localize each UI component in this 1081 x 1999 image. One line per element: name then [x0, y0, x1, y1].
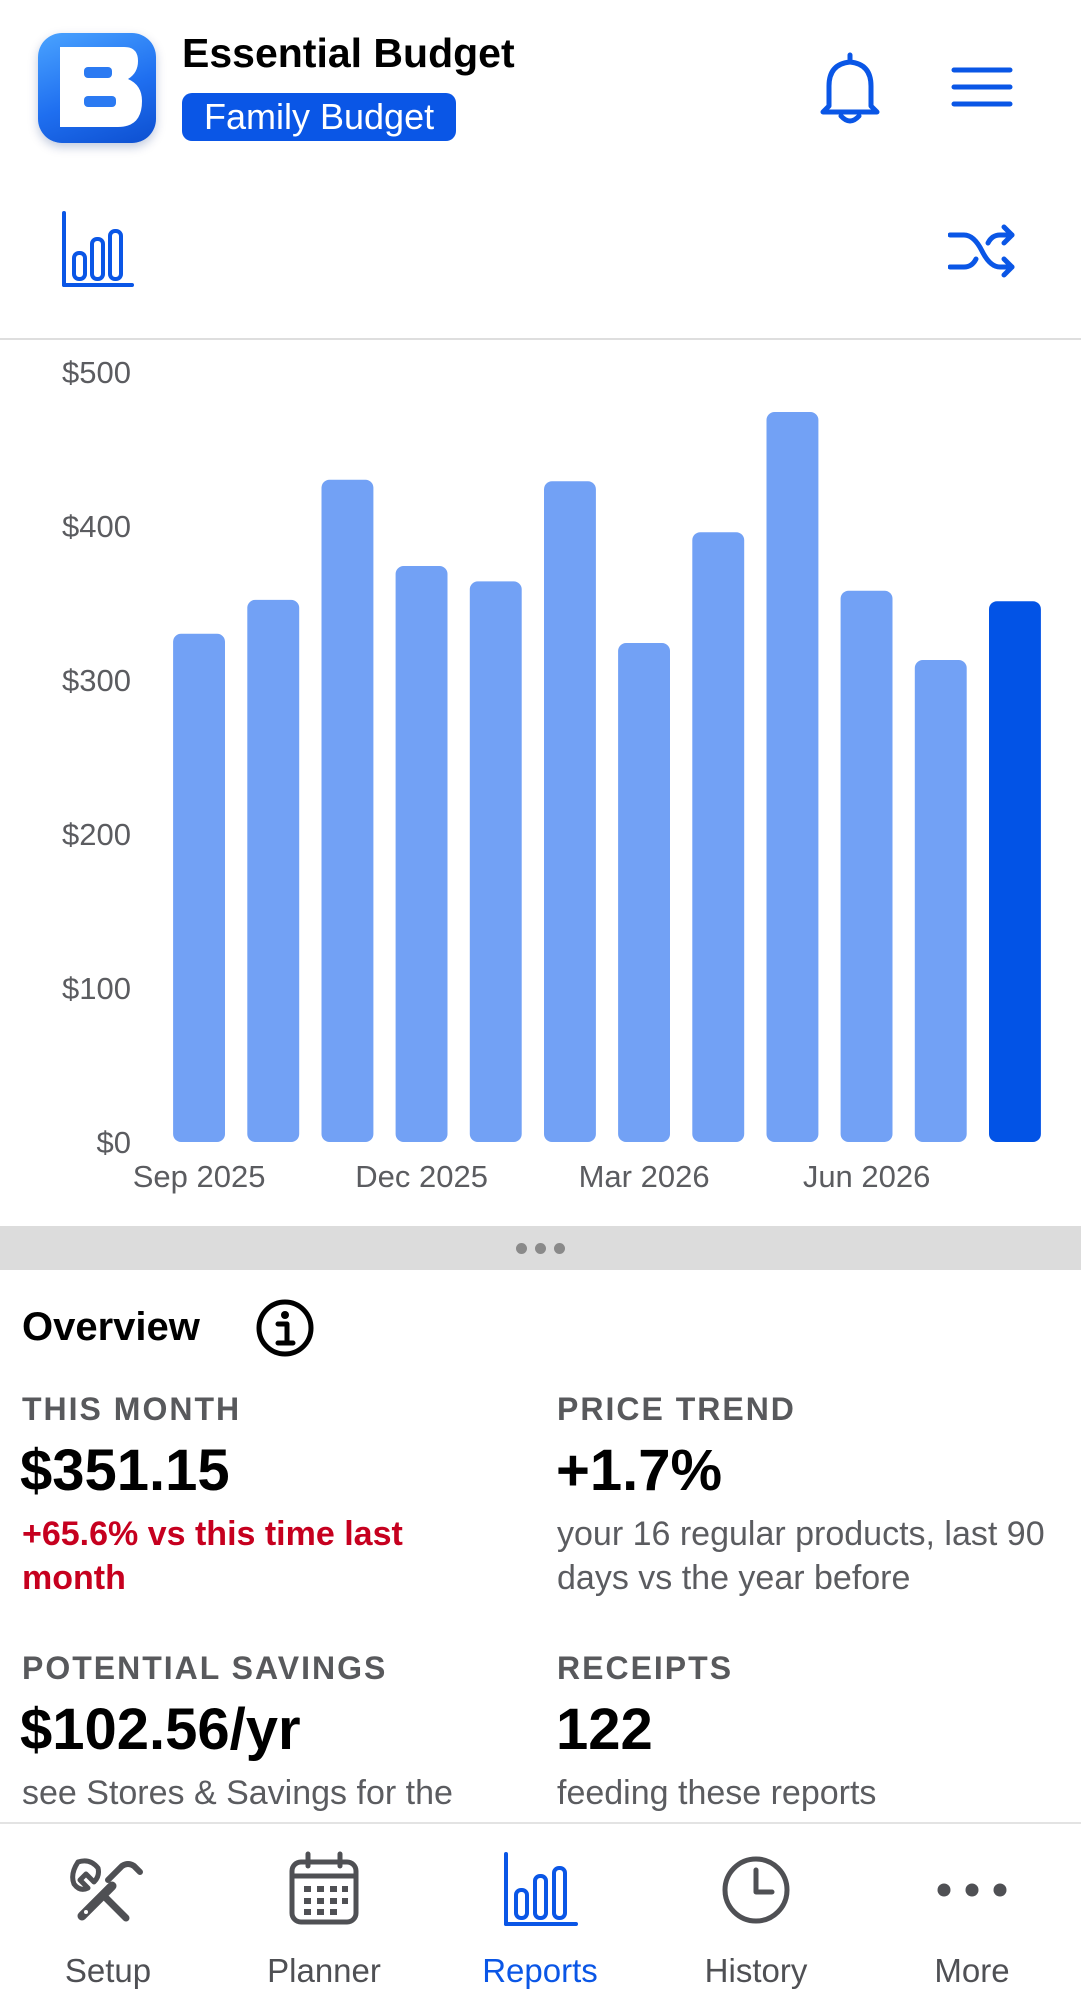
bar-jul-2026[interactable] [914, 660, 967, 1142]
stat-note-receipts: feeding these reports [557, 1774, 877, 1812]
bottom-tab-bar: Setup Planner Reports History More [0, 1822, 1081, 1999]
y-tick-label: $500 [62, 355, 131, 390]
monthly-spend-chart: $0 $100 $200 $300 $400 $500 Sep 2025 Dec 2025 Ma… [0, 342, 1081, 1226]
more-dots-icon [932, 1850, 1012, 1930]
stat-value-receipts: 122 [556, 1697, 653, 1762]
y-tick-label: $100 [62, 971, 131, 1006]
tab-label-reports: Reports [482, 1952, 598, 1989]
bar-feb-2026[interactable] [544, 481, 596, 1142]
bar-dec-2025[interactable] [395, 566, 448, 1142]
shuffle-icon[interactable] [947, 223, 1016, 279]
x-tick-label: Jun 2026 [803, 1159, 931, 1194]
stat-label-potential-savings: POTENTIAL SAVINGS [22, 1650, 388, 1686]
bar-jun-2026[interactable] [840, 590, 893, 1142]
bar-oct-2025[interactable] [247, 599, 300, 1142]
bar-nov-2025[interactable] [321, 479, 374, 1142]
budget-selector[interactable]: Family Budget [182, 93, 457, 141]
app-header: Essential Budget Family Budget [0, 0, 1081, 175]
y-tick-label: $300 [62, 663, 131, 698]
y-tick-label: $400 [62, 509, 131, 544]
bar-sep-2025[interactable] [173, 633, 225, 1142]
bar-aug-2026[interactable] [989, 601, 1041, 1142]
panel-resize-handle[interactable] [0, 1226, 1081, 1270]
bar-mar-2026[interactable] [618, 643, 670, 1142]
bar-chart-icon[interactable] [60, 211, 136, 289]
tab-label-setup: Setup [64, 1952, 152, 1989]
tab-more[interactable]: More [864, 1824, 1080, 1999]
stat-note-price-trend: your 16 regular products, last 90 days v… [557, 1515, 1045, 1597]
bar-chart-icon [500, 1850, 580, 1930]
tab-label-history: History [704, 1952, 808, 1989]
app-title: Essential Budget [182, 30, 515, 76]
tab-planner[interactable]: Planner [216, 1824, 432, 1999]
y-tick-label: $200 [62, 817, 131, 852]
stat-note-potential-savings: see Stores & Savings for the [22, 1774, 453, 1812]
stat-note-this-month: +65.6% vs this time last month [22, 1515, 403, 1597]
handle-dot [516, 1243, 527, 1254]
report-toolbar [0, 175, 1081, 340]
app-logo [38, 33, 156, 143]
tab-label-more: More [934, 1952, 1010, 1989]
bar-apr-2026[interactable] [692, 532, 745, 1142]
tab-setup[interactable]: Setup [0, 1824, 216, 1999]
handle-dot [554, 1243, 565, 1254]
overview-title: Overview [22, 1305, 200, 1349]
stat-label-receipts: RECEIPTS [557, 1650, 734, 1686]
x-tick-label: Sep 2025 [133, 1159, 266, 1194]
stat-label-price-trend: PRICE TREND [557, 1391, 796, 1427]
stat-value-price-trend: +1.7% [556, 1438, 723, 1503]
info-icon[interactable] [255, 1298, 315, 1358]
stat-value-this-month: $351.15 [20, 1438, 230, 1503]
bar-jan-2026[interactable] [469, 581, 522, 1142]
bar-chart: $0 $100 $200 $300 $400 $500 Sep 2025 Dec 2025 Ma… [62, 355, 1041, 1194]
tab-history[interactable]: History [648, 1824, 864, 1999]
tools-icon [68, 1850, 148, 1930]
stat-label-this-month: THIS MONTH [22, 1391, 242, 1427]
x-tick-label: Dec 2025 [355, 1159, 488, 1194]
calendar-icon [284, 1850, 364, 1930]
clock-icon [716, 1850, 796, 1930]
handle-dot [535, 1243, 546, 1254]
tab-reports[interactable]: Reports [432, 1824, 648, 1999]
bar-may-2026[interactable] [766, 412, 819, 1142]
menu-icon[interactable] [950, 62, 1014, 112]
x-tick-label: Mar 2026 [579, 1159, 710, 1194]
stat-value-potential-savings: $102.56/yr [20, 1697, 301, 1762]
tab-label-planner: Planner [267, 1952, 381, 1989]
bell-icon[interactable] [815, 50, 885, 126]
y-tick-label: $0 [97, 1125, 131, 1160]
